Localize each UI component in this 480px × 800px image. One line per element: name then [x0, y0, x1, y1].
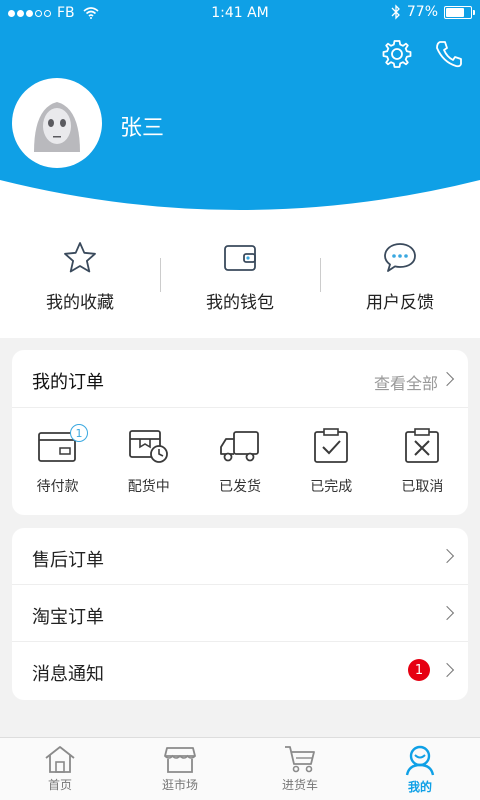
profile-icon	[405, 745, 435, 776]
orders-title: 我的订单	[32, 372, 104, 393]
list-item-after-sales[interactable]: 售后订单	[12, 528, 468, 585]
quick-feedback-label: 用户反馈	[366, 293, 434, 313]
star-icon	[64, 242, 96, 273]
order-status-pending-payment[interactable]: 1 待付款	[12, 424, 103, 496]
list-item-notifications[interactable]: 消息通知 1	[12, 642, 468, 699]
quick-favorites[interactable]: 我的收藏	[0, 220, 160, 338]
avatar-placeholder-icon	[34, 102, 80, 152]
tab-home[interactable]: 首页	[0, 738, 120, 800]
username[interactable]: 张三	[120, 110, 164, 142]
list-item-label: 消息通知	[32, 664, 104, 685]
order-status-shipped[interactable]: 已发货	[194, 426, 285, 496]
header-curve	[0, 180, 480, 220]
tab-cart[interactable]: 进货车	[240, 738, 360, 800]
chevron-right-icon	[439, 371, 455, 387]
order-status-picking[interactable]: 配货中	[103, 426, 194, 496]
status-bar: FB 1:41 AM 77%	[0, 0, 480, 28]
order-status-label: 待付款	[36, 479, 79, 495]
order-status-cancelled[interactable]: 已取消	[377, 426, 468, 496]
chat-icon	[384, 243, 416, 272]
list-item-label: 售后订单	[32, 550, 104, 571]
order-badge: 1	[70, 424, 88, 442]
battery-percent: 77%	[406, 4, 438, 20]
list-item-label: 淘宝订单	[32, 607, 104, 628]
truck-icon	[220, 431, 259, 462]
tab-label: 我的	[407, 780, 432, 794]
profile-header: FB 1:41 AM 77% 张三	[0, 0, 480, 220]
quick-wallet-label: 我的钱包	[206, 293, 274, 313]
view-all-link[interactable]: 查看全部	[374, 370, 438, 394]
quick-wallet[interactable]: 我的钱包	[160, 220, 320, 338]
tab-bar: 首页 逛市场 进货车 我的	[0, 737, 480, 800]
menu-list: 售后订单 淘宝订单 消息通知 1	[12, 528, 468, 700]
order-status-completed[interactable]: 已完成	[286, 426, 377, 496]
tab-profile[interactable]: 我的	[360, 738, 480, 800]
completed-icon	[314, 428, 349, 463]
phone-icon[interactable]	[433, 38, 465, 70]
tab-label: 进货车	[281, 778, 318, 792]
store-icon	[164, 747, 196, 773]
notification-badge: 1	[408, 659, 430, 681]
battery-icon	[444, 5, 475, 19]
order-status-label: 已取消	[401, 479, 444, 495]
order-status-label: 配货中	[127, 479, 170, 495]
wallet-icon	[224, 245, 256, 271]
cancelled-icon	[405, 428, 440, 463]
quick-feedback[interactable]: 用户反馈	[320, 220, 480, 338]
order-status-label: 已完成	[310, 479, 353, 495]
cart-icon	[285, 746, 315, 773]
orders-card: 我的订单 查看全部 1 待付款 配货中 已发货 已完成 已取消	[12, 350, 468, 515]
home-icon	[45, 746, 75, 773]
picking-icon	[128, 430, 168, 463]
quick-favorites-label: 我的收藏	[46, 293, 114, 313]
chevron-right-icon	[439, 662, 455, 678]
quick-actions: 我的收藏 我的钱包 用户反馈	[0, 220, 480, 338]
chevron-right-icon	[439, 548, 455, 564]
avatar[interactable]	[12, 78, 102, 168]
order-status-label: 已发货	[219, 479, 261, 495]
gear-icon[interactable]	[381, 38, 413, 70]
chevron-right-icon	[439, 605, 455, 621]
list-item-taobao-orders[interactable]: 淘宝订单	[12, 585, 468, 642]
tab-market[interactable]: 逛市场	[120, 738, 240, 800]
orders-header[interactable]: 我的订单 查看全部	[12, 350, 468, 408]
bluetooth-icon	[391, 4, 400, 20]
tab-label: 逛市场	[161, 778, 198, 792]
tab-label: 首页	[47, 778, 72, 792]
